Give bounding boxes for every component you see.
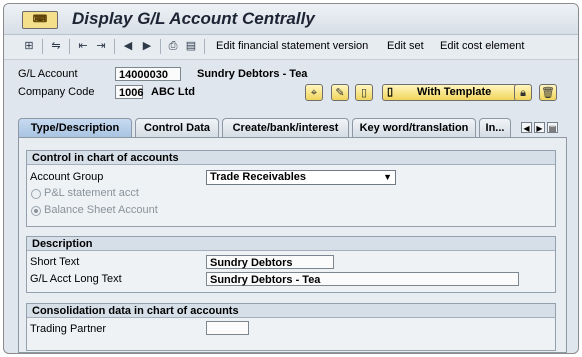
account-group-select[interactable]: Trade Receivables ▼ (206, 170, 396, 185)
document-icon[interactable]: ▤ (184, 39, 198, 53)
gl-account-field[interactable]: 14000030 (115, 67, 181, 81)
company-code-field[interactable]: 1006 (115, 85, 143, 99)
control-group-heading: Control in chart of accounts (27, 151, 555, 165)
gl-account-label: G/L Account (18, 68, 78, 80)
where-used-icon[interactable]: ⌖ (305, 84, 323, 101)
sap-transaction-icon[interactable]: ⌨ (22, 11, 58, 29)
radio-balance-sheet[interactable] (31, 206, 41, 216)
radio-pl-statement[interactable] (31, 189, 41, 199)
application-toolbar: ⊞ ⇋ ⇤ ⇥ ◀ ▶ ⎙ ▤ Edit financial statement… (4, 35, 578, 60)
edit-set-button[interactable]: Edit set (387, 40, 424, 52)
company-code-label: Company Code (18, 86, 95, 98)
page-title: Display G/L Account Centrally (72, 9, 315, 28)
trading-partner-field[interactable] (206, 321, 249, 335)
toolbar-separator (42, 39, 43, 54)
with-template-button[interactable]: ▯ With Template (382, 84, 518, 101)
tab-list-icon[interactable]: ▤ (547, 122, 558, 133)
company-code-description: ABC Ltd (151, 86, 195, 98)
edit-fs-version-button[interactable]: Edit financial statement version (216, 40, 368, 52)
edit-cost-element-button[interactable]: Edit cost element (440, 40, 524, 52)
display-change-icon[interactable]: ⇋ (49, 39, 63, 53)
print-icon[interactable]: ⎙ (166, 39, 180, 53)
description-group-heading: Description (27, 237, 555, 251)
tab-scroll-right-icon[interactable]: ▶ (534, 122, 545, 133)
last-record-icon[interactable]: ⇥ (94, 39, 108, 53)
long-text-field[interactable]: Sundry Debtors - Tea (206, 272, 519, 286)
radio-balance-sheet-label: Balance Sheet Account (44, 204, 158, 216)
radio-pl-statement-label: P&L statement acct (44, 187, 139, 199)
hierarchy-icon[interactable]: ⊞ (22, 39, 36, 53)
account-group-label: Account Group (30, 171, 104, 183)
tab-keyword-translation[interactable]: Key word/translation (352, 118, 476, 137)
first-record-icon[interactable]: ⇤ (76, 39, 90, 53)
sap-window: ⌨ Display G/L Account Centrally ⊞ ⇋ ⇤ ⇥ … (3, 3, 579, 354)
gl-account-description: Sundry Debtors - Tea (197, 68, 308, 80)
short-text-field[interactable]: Sundry Debtors (206, 255, 334, 269)
toolbar-separator (204, 39, 205, 54)
previous-arrow-icon[interactable]: ◀ (121, 39, 135, 53)
chevron-down-icon: ▼ (383, 172, 392, 182)
tab-scroll-left-icon[interactable]: ◀ (521, 122, 532, 133)
delete-trash-icon[interactable]: 🗑︎ (539, 84, 557, 101)
tab-information[interactable]: In... (479, 118, 511, 137)
title-bar: ⌨ Display G/L Account Centrally (4, 4, 578, 35)
tab-type-description[interactable]: Type/Description (18, 118, 132, 137)
new-document-icon[interactable]: ▯ (355, 84, 373, 101)
edit-pencil-icon[interactable]: ✎ (331, 84, 349, 101)
tab-control-data[interactable]: Control Data (135, 118, 219, 137)
trading-partner-label: Trading Partner (30, 323, 107, 335)
next-arrow-icon[interactable]: ▶ (140, 39, 154, 53)
toolbar-separator (69, 39, 70, 54)
toolbar-separator (160, 39, 161, 54)
tab-create-bank-interest[interactable]: Create/bank/interest (222, 118, 349, 137)
consolidation-group-heading: Consolidation data in chart of accounts (27, 304, 555, 318)
long-text-label: G/L Acct Long Text (30, 273, 122, 285)
short-text-label: Short Text (30, 256, 80, 268)
template-document-icon: ▯ (387, 86, 394, 98)
toolbar-separator (114, 39, 115, 54)
lock-icon[interactable]: 🔒︎ (514, 84, 532, 101)
